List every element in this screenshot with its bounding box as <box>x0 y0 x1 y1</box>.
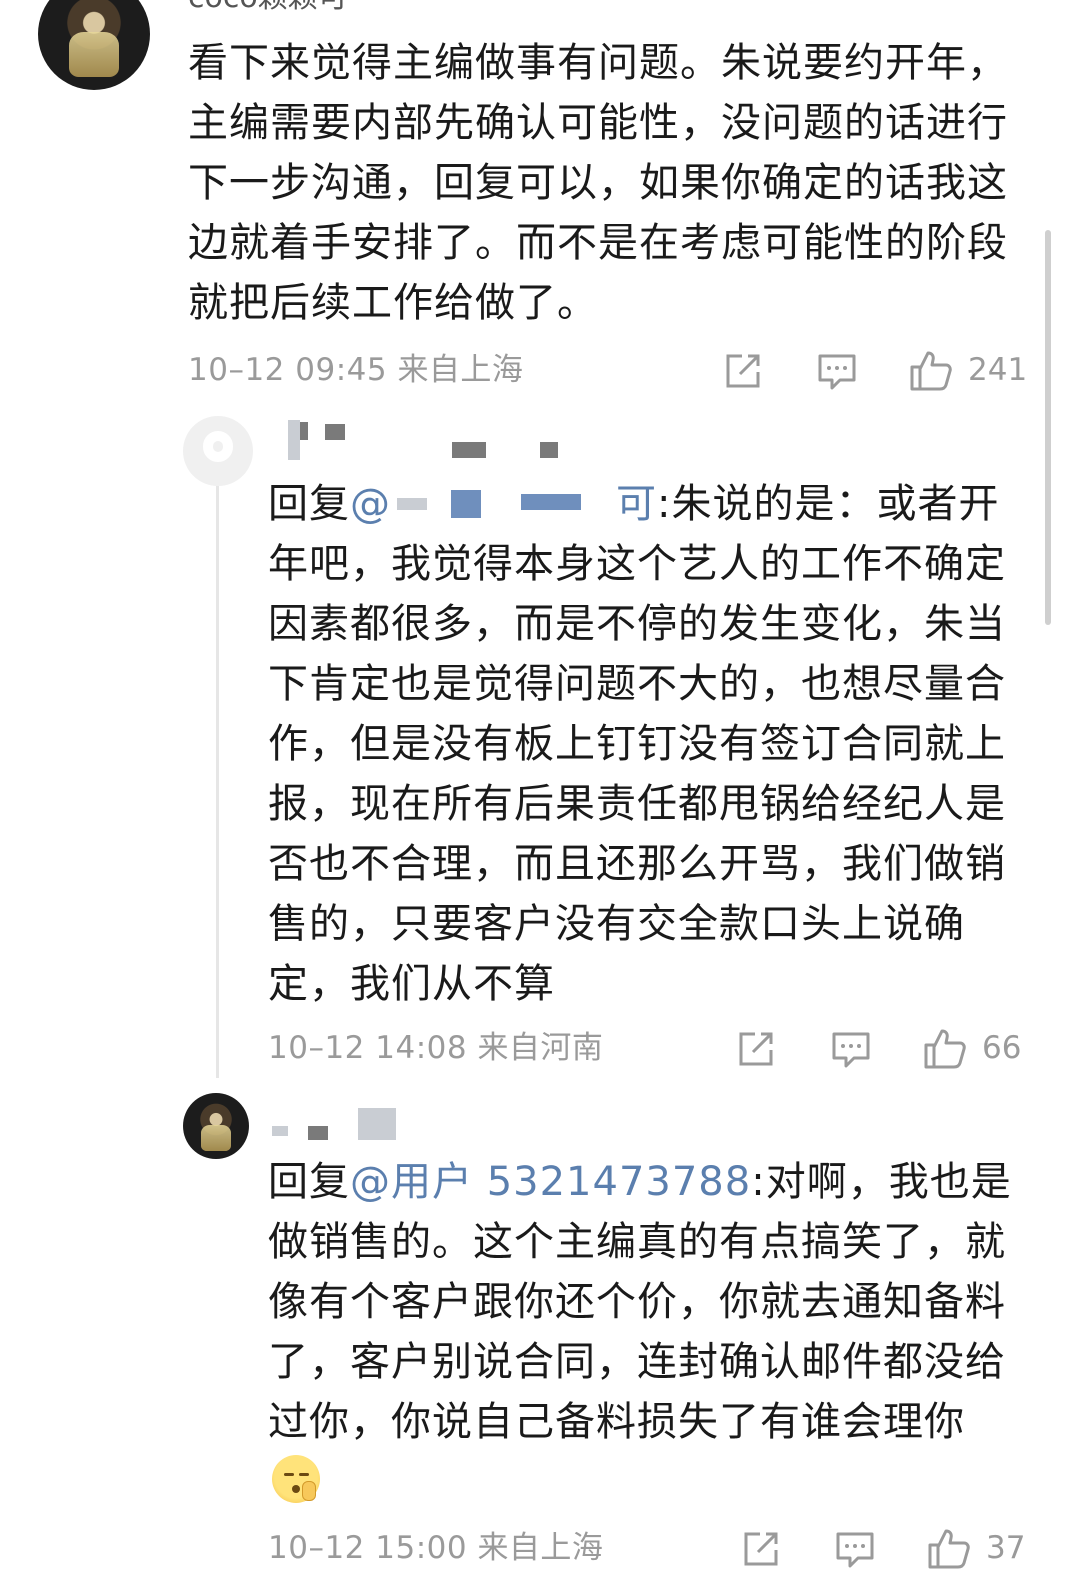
redacted-username <box>325 424 345 440</box>
redacted-username <box>452 442 486 458</box>
redacted-username <box>288 420 300 460</box>
share-icon[interactable] <box>735 1028 777 1070</box>
redacted-username <box>358 1108 396 1140</box>
comment-text: 看下来觉得主编做事有问题。朱说要约开年，主编需要内部先确认可能性，没问题的话进行… <box>188 40 1008 326</box>
reply2-meta: 10–12 15:00 来自上海 <box>268 1530 604 1566</box>
redacted-username <box>300 422 308 440</box>
mention-link[interactable]: @用户 5321473788 <box>350 1159 751 1205</box>
share-icon[interactable] <box>740 1528 782 1570</box>
user-avatar[interactable] <box>38 0 150 90</box>
mention-tail[interactable]: 可 <box>616 481 657 527</box>
reply1-body: :朱说的是：或者开年吧，我觉得本身这个艺人的工作不确定因素都很多，而是不停的发生… <box>268 481 1006 1007</box>
reply1-meta: 10–12 14:08 来自河南 <box>268 1030 604 1066</box>
like-count: 37 <box>986 1530 1026 1566</box>
mention-link[interactable]: @ <box>350 481 391 527</box>
redacted-username <box>272 1126 288 1136</box>
redacted-username <box>540 442 558 458</box>
like-icon[interactable] <box>908 347 954 393</box>
comment-icon[interactable] <box>830 1028 872 1070</box>
reply-prefix: 回复 <box>268 1159 350 1205</box>
like-icon[interactable] <box>922 1025 968 1071</box>
share-icon[interactable] <box>722 350 764 392</box>
scrollbar[interactable] <box>1045 230 1051 625</box>
comment-meta: 10–12 09:45 来自上海 <box>188 352 524 388</box>
redacted-username <box>308 1126 328 1140</box>
reply2-avatar[interactable] <box>183 1093 249 1159</box>
like-count: 66 <box>982 1030 1022 1066</box>
like-count: 241 <box>968 352 1028 388</box>
comment-icon[interactable] <box>816 350 858 392</box>
comment-username[interactable]: coco颖颖可 <box>188 0 348 18</box>
reply1-text: 回复@ 可:朱说的是：或者开年吧，我觉得本身这个艺人的工作不确定因素都很多，而是不… <box>268 474 1018 1014</box>
shush-emoji <box>272 1455 320 1503</box>
reply2-text: 回复@用户 5321473788:对啊，我也是做销售的。这个主编真的有点搞笑了，… <box>268 1152 1028 1452</box>
like-icon[interactable] <box>926 1525 972 1571</box>
comment-icon[interactable] <box>834 1528 876 1570</box>
redacted-mention <box>391 486 616 526</box>
reply-prefix: 回复 <box>268 481 350 527</box>
reply1-avatar[interactable] <box>183 416 253 486</box>
thread-line <box>216 478 219 1078</box>
